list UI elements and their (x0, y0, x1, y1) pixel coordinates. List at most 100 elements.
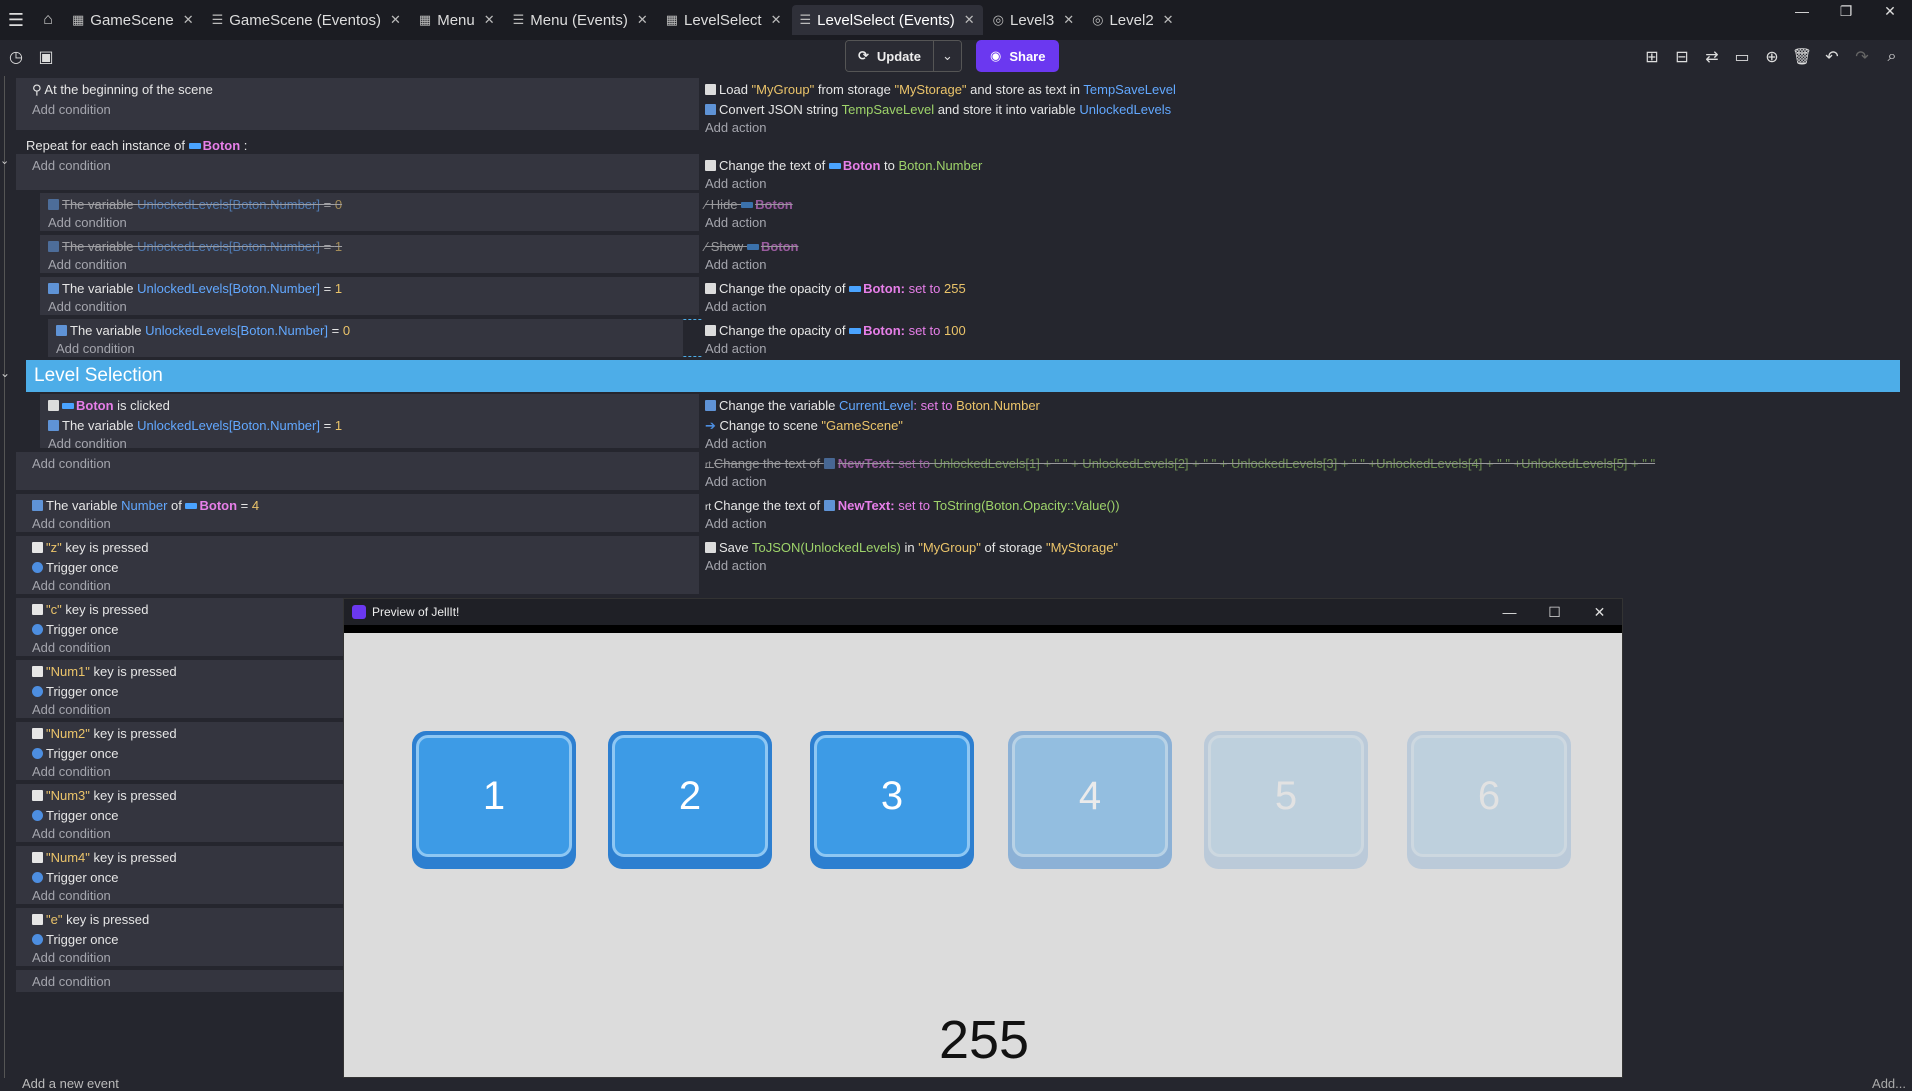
condition-row[interactable]: "z" key is pressed (32, 540, 148, 555)
add-action-link[interactable]: Add action (705, 558, 766, 573)
condition-column[interactable]: The variable UnlockedLevels[Boton.Number… (40, 235, 699, 273)
condition-column[interactable]: Add condition (16, 452, 699, 490)
chevron-down-icon[interactable]: ⌄ (932, 41, 961, 71)
condition-row[interactable]: "Num3" key is pressed (32, 788, 177, 803)
condition-column[interactable]: ⚲ At the beginning of the scene Add cond… (16, 78, 699, 130)
close-icon[interactable]: ✕ (964, 12, 975, 28)
add-action-link[interactable]: Add action (705, 257, 766, 272)
condition-row[interactable]: The variable UnlockedLevels[Boton.Number… (48, 197, 342, 212)
add-condition-link[interactable]: Add condition (48, 436, 127, 451)
condition-row[interactable]: Trigger once (32, 684, 119, 699)
action-row[interactable]: ➔ Change to scene "GameScene" (705, 418, 903, 434)
restore-icon[interactable]: ❐ (1824, 0, 1868, 40)
event-newtext-levels[interactable]: Add condition rt Change the text of NewT… (16, 452, 1912, 490)
action-column[interactable]: Save ToJSON(UnlockedLevels) in "MyGroup"… (703, 536, 1900, 594)
add-condition-link[interactable]: Add condition (32, 456, 111, 471)
condition-row[interactable]: Trigger once (32, 746, 119, 761)
delete-icon[interactable]: 🗑 (1790, 44, 1814, 70)
add-subevent-icon[interactable]: ⊟ (1670, 44, 1694, 70)
tab-menu-events[interactable]: ☰ Menu (Events) ✕ (505, 5, 656, 35)
action-row[interactable]: Change the opacity of Boton: set to 100 (705, 323, 966, 338)
share-button[interactable]: ◉ Share (976, 40, 1060, 72)
close-icon[interactable]: ✕ (183, 12, 194, 28)
close-icon[interactable]: ✕ (771, 12, 782, 28)
hamburger-menu-icon[interactable]: ☰ (0, 0, 32, 40)
condition-row[interactable]: "Num1" key is pressed (32, 664, 177, 679)
update-button[interactable]: ⟳ Update (846, 41, 933, 71)
close-window-icon[interactable]: ✕ (1868, 0, 1912, 40)
add-action-link[interactable]: Add action (705, 341, 766, 356)
condition-row[interactable]: ⚲ At the beginning of the scene (32, 82, 213, 98)
action-column[interactable]: rt Change the text of NewText: set to Un… (703, 452, 1900, 490)
history-icon[interactable]: ◷ (4, 44, 28, 70)
level-button-1[interactable]: 1 (412, 731, 576, 869)
minimize-icon[interactable]: — (1780, 0, 1824, 40)
add-more-icon[interactable]: ⊕ (1760, 44, 1784, 70)
action-column[interactable]: Change the variable CurrentLevel: set to… (703, 394, 1900, 451)
add-action-link[interactable]: Add action (705, 436, 766, 451)
tab-level3[interactable]: ◎ Level3 ✕ (985, 5, 1082, 35)
action-column[interactable]: ⁄ Show Boton Add action (703, 235, 1900, 273)
condition-column[interactable]: "z" key is pressed Trigger once Add cond… (16, 536, 699, 594)
save-project-icon[interactable]: ▣ (34, 44, 58, 70)
add-comment-icon[interactable]: ▭ (1730, 44, 1754, 70)
condition-row[interactable]: The variable UnlockedLevels[Boton.Number… (56, 323, 350, 338)
close-icon[interactable]: ✕ (1577, 599, 1622, 625)
tab-levelselect[interactable]: ▦ LevelSelect ✕ (658, 5, 790, 35)
condition-row[interactable]: The variable UnlockedLevels[Boton.Number… (48, 239, 342, 254)
action-row[interactable]: rt Change the text of NewText: set to To… (705, 498, 1120, 513)
toggle-events-icon[interactable]: ⇄ (1700, 44, 1724, 70)
chevron-down-icon[interactable]: ⌄ (0, 366, 10, 380)
subevent-opacity-100[interactable]: The variable UnlockedLevels[Boton.Number… (48, 319, 1902, 357)
condition-row[interactable]: Trigger once (32, 560, 119, 575)
condition-row[interactable]: "Num2" key is pressed (32, 726, 177, 741)
add-condition-link[interactable]: Add condition (32, 516, 111, 531)
condition-row[interactable]: Trigger once (32, 932, 119, 947)
action-column[interactable]: Change the text of Boton to Boton.Number… (703, 154, 1900, 191)
event-scene-start[interactable]: ⚲ At the beginning of the scene Add cond… (16, 78, 1912, 135)
event-boton-clicked[interactable]: Boton is clicked The variable UnlockedLe… (16, 394, 1912, 451)
condition-row[interactable]: Trigger once (32, 870, 119, 885)
action-column[interactable]: Change the opacity of Boton: set to 255 … (703, 277, 1900, 315)
add-condition-link[interactable]: Add condition (32, 102, 111, 117)
action-row[interactable]: Save ToJSON(UnlockedLevels) in "MyGroup"… (705, 540, 1118, 555)
add-condition-link[interactable]: Add condition (48, 215, 127, 230)
action-row[interactable]: Load "MyGroup" from storage "MyStorage" … (705, 82, 1176, 97)
redo-icon[interactable]: ↷ (1850, 44, 1874, 70)
repeat-for-each-header[interactable]: Repeat for each instance of Boton : (26, 138, 247, 153)
condition-row[interactable]: Trigger once (32, 808, 119, 823)
event-repeat[interactable]: Add condition Change the text of Boton t… (16, 154, 1912, 191)
add-condition-link[interactable]: Add condition (32, 640, 111, 655)
add-condition-link[interactable]: Add condition (48, 299, 127, 314)
add-condition-link[interactable]: Add condition (32, 702, 111, 717)
level-button-2[interactable]: 2 (608, 731, 772, 869)
add-condition-link[interactable]: Add condition (48, 257, 127, 272)
add-action-link[interactable]: Add action (705, 215, 766, 230)
search-icon[interactable]: ⌕ (1880, 44, 1904, 70)
condition-row[interactable]: "e" key is pressed (32, 912, 149, 927)
action-row[interactable]: Change the variable CurrentLevel: set to… (705, 398, 1040, 413)
tab-gamescene[interactable]: ▦ GameScene ✕ (64, 5, 202, 35)
close-icon[interactable]: ✕ (1163, 12, 1174, 28)
action-column[interactable]: Change the opacity of Boton: set to 100 … (703, 319, 1902, 357)
condition-column[interactable]: The variable Number of Boton = 4 Add con… (16, 494, 699, 532)
chevron-down-icon[interactable]: ⌄ (0, 154, 9, 167)
undo-icon[interactable]: ↶ (1820, 44, 1844, 70)
add-event-icon[interactable]: ⊞ (1640, 44, 1664, 70)
add-more-link[interactable]: Add... (1872, 1076, 1906, 1091)
action-row[interactable]: ⁄ Show Boton (705, 239, 798, 254)
level-button-5[interactable]: 5 (1204, 731, 1368, 869)
group-level-selection[interactable]: Level Selection (26, 360, 1900, 392)
condition-column[interactable]: The variable UnlockedLevels[Boton.Number… (40, 277, 699, 315)
home-icon[interactable]: ⌂ (32, 0, 64, 40)
condition-column[interactable]: Boton is clicked The variable UnlockedLe… (40, 394, 699, 451)
add-action-link[interactable]: Add action (705, 516, 766, 531)
subevent-hide[interactable]: The variable UnlockedLevels[Boton.Number… (16, 193, 1912, 231)
level-button-4[interactable]: 4 (1008, 731, 1172, 869)
event-key-z[interactable]: "z" key is pressed Trigger once Add cond… (16, 536, 1912, 594)
tab-menu[interactable]: ▦ Menu ✕ (411, 5, 503, 35)
game-preview-window[interactable]: Preview of JellIt! — ☐ ✕ 123456 255 (343, 598, 1623, 1078)
subevent-opacity-255[interactable]: The variable UnlockedLevels[Boton.Number… (16, 277, 1912, 315)
add-condition-link[interactable]: Add condition (32, 950, 111, 965)
condition-row[interactable]: "c" key is pressed (32, 602, 148, 617)
